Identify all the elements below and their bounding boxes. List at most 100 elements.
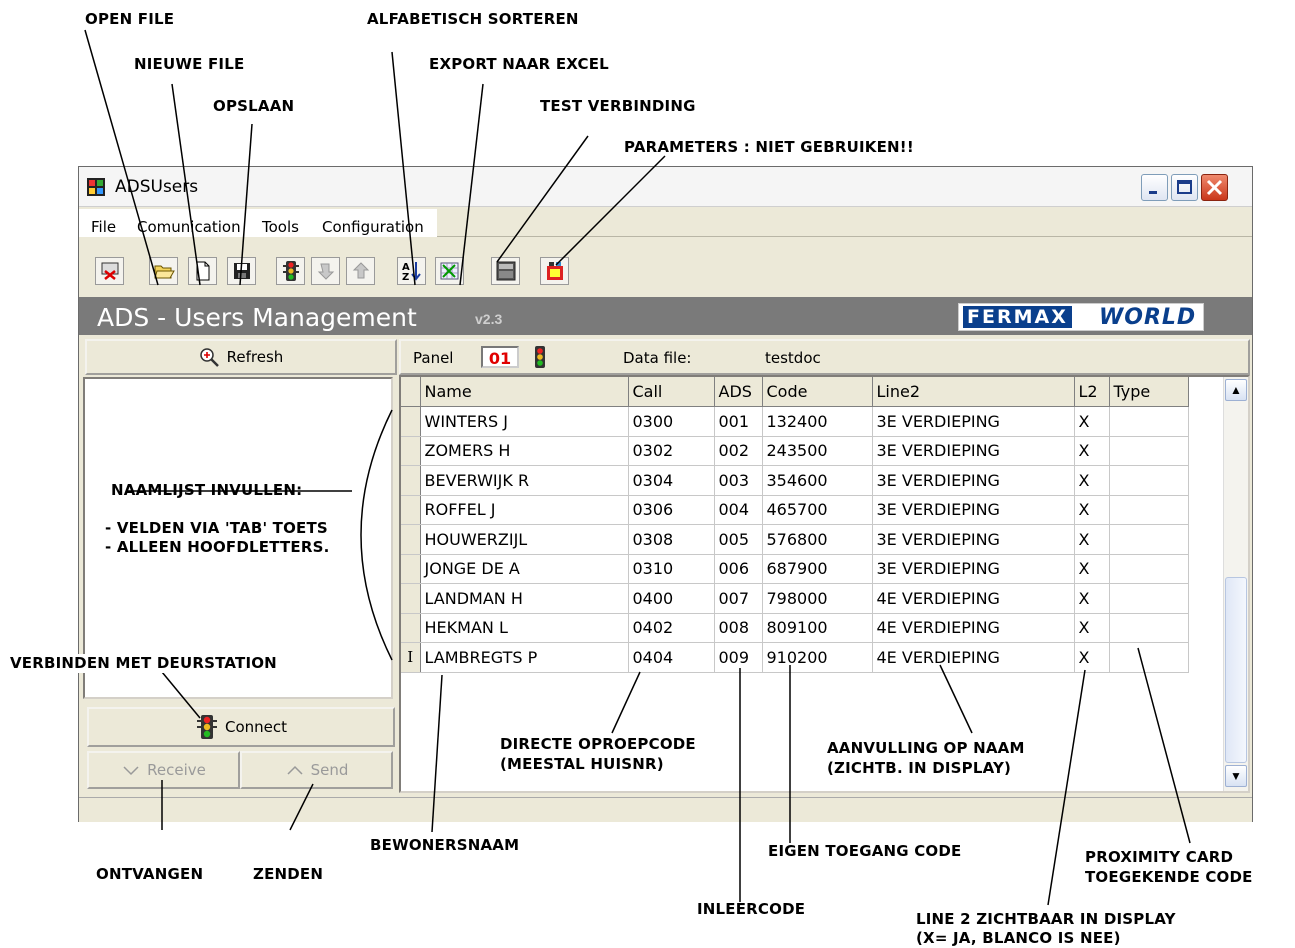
menu-comunication[interactable]: Comunication (137, 218, 241, 236)
table-row[interactable]: BEVERWIJK R 0304 003 354600 3E VERDIEPING X (401, 465, 1189, 496)
refresh-button[interactable]: Refresh (85, 339, 397, 375)
cell-code[interactable]: 910200 (762, 642, 873, 673)
cell-line2[interactable]: 3E VERDIEPING (872, 524, 1075, 555)
scroll-down-button[interactable]: ▼ (1225, 765, 1247, 787)
row-selector[interactable] (401, 583, 421, 614)
cell-l2[interactable]: X (1074, 495, 1110, 525)
cell-l2[interactable]: X (1074, 554, 1110, 584)
cell-l2[interactable]: X (1074, 613, 1110, 643)
cell-call[interactable]: 0308 (628, 524, 715, 555)
cell-l2[interactable]: X (1074, 465, 1110, 496)
cell-l2[interactable]: X (1074, 406, 1110, 437)
row-selector[interactable] (401, 524, 421, 555)
cell-code[interactable]: 132400 (762, 406, 873, 437)
cell-line2[interactable]: 4E VERDIEPING (872, 583, 1075, 614)
column-type[interactable]: Type (1109, 377, 1189, 407)
column-ads[interactable]: ADS (714, 377, 763, 407)
cell-call[interactable]: 0404 (628, 642, 715, 673)
cell-name[interactable]: BEVERWIJK R (420, 465, 629, 496)
close-button[interactable] (1201, 174, 1228, 201)
cell-line2[interactable]: 3E VERDIEPING (872, 406, 1075, 437)
row-selector[interactable] (401, 436, 421, 466)
table-row[interactable]: JONGE DE A 0310 006 687900 3E VERDIEPING X (401, 554, 1189, 584)
cell-ads[interactable]: 001 (714, 406, 763, 437)
new-file-button[interactable] (188, 257, 217, 285)
open-file-button[interactable] (149, 257, 178, 285)
cell-type[interactable] (1109, 642, 1189, 673)
cell-code[interactable]: 354600 (762, 465, 873, 496)
cell-name[interactable]: JONGE DE A (420, 554, 629, 584)
cell-ads[interactable]: 005 (714, 524, 763, 555)
row-selector[interactable] (401, 406, 421, 437)
cell-ads[interactable]: 007 (714, 583, 763, 614)
cell-call[interactable]: 0302 (628, 436, 715, 466)
cell-name[interactable]: HOUWERZIJL (420, 524, 629, 555)
cell-type[interactable] (1109, 465, 1189, 496)
vertical-scrollbar[interactable]: ▲ ▼ (1223, 377, 1248, 791)
save-button[interactable] (227, 257, 256, 285)
row-selector[interactable] (401, 495, 421, 525)
cell-type[interactable] (1109, 524, 1189, 555)
receive-toolbar-button[interactable] (311, 257, 340, 285)
maximize-button[interactable] (1171, 174, 1198, 201)
parameters-button[interactable] (540, 257, 569, 285)
cell-code[interactable]: 687900 (762, 554, 873, 584)
menu-configuration[interactable]: Configuration (322, 218, 424, 236)
cell-ads[interactable]: 003 (714, 465, 763, 496)
cell-call[interactable]: 0300 (628, 406, 715, 437)
cell-type[interactable] (1109, 554, 1189, 584)
minimize-button[interactable] (1141, 174, 1168, 201)
connect-toolbar-button[interactable] (276, 257, 305, 285)
cell-call[interactable]: 0304 (628, 465, 715, 496)
cell-l2[interactable]: X (1074, 642, 1110, 673)
menu-tools[interactable]: Tools (262, 218, 299, 236)
cell-code[interactable]: 576800 (762, 524, 873, 555)
row-selector[interactable]: I (401, 642, 421, 673)
cell-name[interactable]: ROFFEL J (420, 495, 629, 525)
cell-type[interactable] (1109, 583, 1189, 614)
test-connection-button[interactable] (491, 257, 520, 285)
cell-name[interactable]: WINTERS J (420, 406, 629, 437)
send-button[interactable]: Send (240, 751, 393, 789)
cell-code[interactable]: 465700 (762, 495, 873, 525)
cell-call[interactable]: 0306 (628, 495, 715, 525)
cell-type[interactable] (1109, 406, 1189, 437)
cell-name[interactable]: HEKMAN L (420, 613, 629, 643)
cell-l2[interactable]: X (1074, 583, 1110, 614)
cell-name[interactable]: ZOMERS H (420, 436, 629, 466)
title-bar[interactable]: ADSUsers (79, 167, 1252, 207)
row-selector[interactable] (401, 613, 421, 643)
table-row[interactable]: ROFFEL J 0306 004 465700 3E VERDIEPING X (401, 495, 1189, 525)
quit-button[interactable] (95, 257, 124, 285)
cell-name[interactable]: LANDMAN H (420, 583, 629, 614)
cell-ads[interactable]: 002 (714, 436, 763, 466)
cell-call[interactable]: 0400 (628, 583, 715, 614)
table-row[interactable]: HEKMAN L 0402 008 809100 4E VERDIEPING X (401, 613, 1189, 643)
cell-ads[interactable]: 006 (714, 554, 763, 584)
cell-line2[interactable]: 3E VERDIEPING (872, 465, 1075, 496)
table-row[interactable]: LANDMAN H 0400 007 798000 4E VERDIEPING X (401, 583, 1189, 614)
row-selector[interactable] (401, 554, 421, 584)
table-row[interactable]: HOUWERZIJL 0308 005 576800 3E VERDIEPING X (401, 524, 1189, 555)
sort-button[interactable]: A Z (397, 257, 426, 285)
panel-number-field[interactable]: 01 (481, 346, 519, 368)
send-toolbar-button[interactable] (346, 257, 375, 285)
column-line2[interactable]: Line2 (872, 377, 1075, 407)
cell-line2[interactable]: 4E VERDIEPING (872, 613, 1075, 643)
cell-type[interactable] (1109, 436, 1189, 466)
row-selector[interactable] (401, 465, 421, 496)
column-l2[interactable]: L2 (1074, 377, 1110, 407)
cell-l2[interactable]: X (1074, 436, 1110, 466)
column-call[interactable]: Call (628, 377, 715, 407)
cell-l2[interactable]: X (1074, 524, 1110, 555)
cell-code[interactable]: 809100 (762, 613, 873, 643)
cell-line2[interactable]: 3E VERDIEPING (872, 436, 1075, 466)
cell-line2[interactable]: 3E VERDIEPING (872, 495, 1075, 525)
menu-file[interactable]: File (91, 218, 116, 236)
cell-line2[interactable]: 4E VERDIEPING (872, 642, 1075, 673)
cell-name[interactable]: LAMBREGTS P (420, 642, 629, 673)
cell-ads[interactable]: 004 (714, 495, 763, 525)
table-row[interactable]: WINTERS J 0300 001 132400 3E VERDIEPING X (401, 406, 1189, 437)
export-excel-button[interactable] (435, 257, 464, 285)
scroll-up-button[interactable]: ▲ (1225, 379, 1247, 401)
